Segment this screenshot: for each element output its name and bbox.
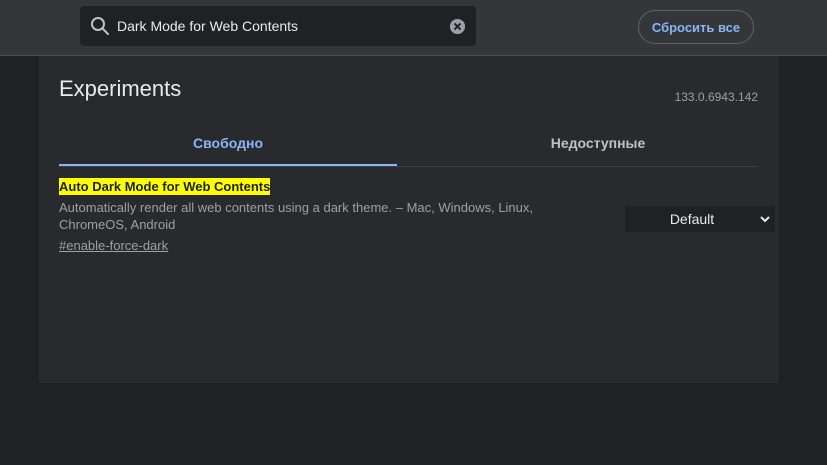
reset-all-button[interactable]: Сбросить все [638,10,754,44]
experiments-panel: Experiments 133.0.6943.142 Свободно Недо… [39,56,779,383]
experiment-item: Auto Dark Mode for Web Contents Automati… [59,178,775,255]
experiment-description: Automatically render all web contents us… [59,200,534,232]
search-input[interactable] [117,6,437,46]
tab-bar: Свободно Недоступные [59,122,758,167]
page-title: Experiments [59,76,182,101]
version-label: 133.0.6943.142 [674,90,758,104]
clear-icon[interactable] [449,18,466,35]
search-box[interactable] [80,6,476,46]
select-value: Default [669,211,715,227]
experiment-name: Auto Dark Mode for Web Contents [59,178,271,195]
top-toolbar: Сбросить все [0,0,827,56]
search-icon [91,17,109,35]
tab-available[interactable]: Свободно [59,122,397,166]
experiment-permalink[interactable]: #enable-force-dark [59,238,168,253]
tab-unavailable[interactable]: Недоступные [429,122,767,166]
experiment-state-select[interactable]: Default [625,206,775,232]
chevron-down-icon [760,216,770,223]
